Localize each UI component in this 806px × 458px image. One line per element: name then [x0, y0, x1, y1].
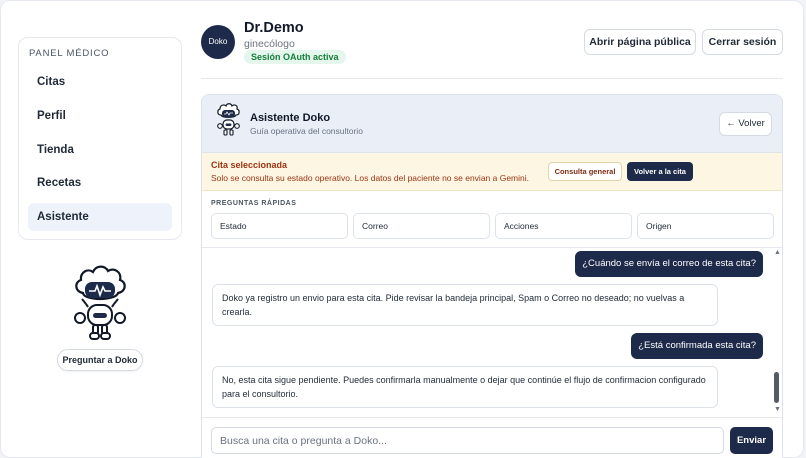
- avatar: Doko: [201, 25, 235, 59]
- general-query-button[interactable]: Consulta general: [548, 162, 622, 181]
- message-composer: Enviar: [202, 417, 782, 458]
- sidebar-item-asistente[interactable]: Asistente: [28, 203, 172, 231]
- open-public-page-button[interactable]: Abrir página pública: [584, 29, 696, 55]
- header-divider: [201, 78, 783, 79]
- session-status-badge: Sesión OAuth activa: [244, 50, 346, 64]
- quick-question-correo[interactable]: Correo: [353, 213, 490, 239]
- robot-icon: [217, 103, 240, 136]
- robot-mascot-icon[interactable]: [69, 263, 131, 345]
- assistant-subtitle: Guía operativa del consultorio: [250, 126, 363, 136]
- doctor-name: Dr.Demo: [244, 20, 304, 36]
- doctor-specialty: ginecólogo: [244, 38, 295, 50]
- selected-appointment-note: Solo se consulta su estado operativo. Lo…: [211, 173, 530, 183]
- sidebar-title: PANEL MÉDICO: [29, 48, 110, 59]
- selected-appointment-title: Cita seleccionada: [211, 160, 288, 170]
- assistant-title: Asistente Doko: [250, 112, 331, 124]
- back-button[interactable]: ← Volver: [719, 112, 772, 136]
- sidebar-item-perfil[interactable]: Perfil: [28, 102, 172, 130]
- quick-question-acciones[interactable]: Acciones: [495, 213, 632, 239]
- logout-button[interactable]: Cerrar sesión: [702, 29, 783, 55]
- quick-questions-label: PREGUNTAS RÁPIDAS: [211, 200, 297, 207]
- quick-question-origen[interactable]: Origen: [637, 213, 774, 239]
- send-button[interactable]: Enviar: [730, 427, 773, 454]
- sidebar-item-tienda[interactable]: Tienda: [28, 136, 172, 164]
- return-to-appointment-button[interactable]: Volver a la cita: [627, 162, 693, 181]
- sidebar: PANEL MÉDICO Citas Perfil Tienda Recetas…: [18, 37, 182, 240]
- assistant-panel: Asistente Doko Guía operativa del consul…: [201, 94, 783, 458]
- scroll-up-icon[interactable]: ▲: [774, 249, 781, 256]
- scrollbar-thumb[interactable]: [774, 372, 779, 403]
- user-message: ¿Cuándo se envía el correo de esta cita?: [575, 251, 763, 277]
- chat-messages[interactable]: ¿Cuándo se envía el correo de esta cita?…: [202, 247, 782, 417]
- assistant-message: Doko ya registro un envio para esta cita…: [212, 284, 718, 326]
- page: PANEL MÉDICO Citas Perfil Tienda Recetas…: [0, 0, 804, 458]
- chat-input[interactable]: [211, 427, 724, 454]
- scroll-down-icon[interactable]: ▼: [774, 406, 781, 413]
- assistant-header: Asistente Doko Guía operativa del consul…: [202, 95, 782, 153]
- user-message: ¿Está confirmada esta cita?: [631, 333, 763, 359]
- ask-doko-button[interactable]: Preguntar a Doko: [57, 349, 143, 371]
- sidebar-item-citas[interactable]: Citas: [28, 68, 172, 96]
- selected-appointment-banner: Cita seleccionada Solo se consulta su es…: [202, 153, 782, 191]
- assistant-message: No, esta cita sigue pendiente. Puedes co…: [212, 366, 718, 408]
- quick-question-estado[interactable]: Estado: [211, 213, 348, 239]
- sidebar-item-recetas[interactable]: Recetas: [28, 169, 172, 197]
- chat-scrollbar[interactable]: ▲ ▼: [773, 248, 781, 417]
